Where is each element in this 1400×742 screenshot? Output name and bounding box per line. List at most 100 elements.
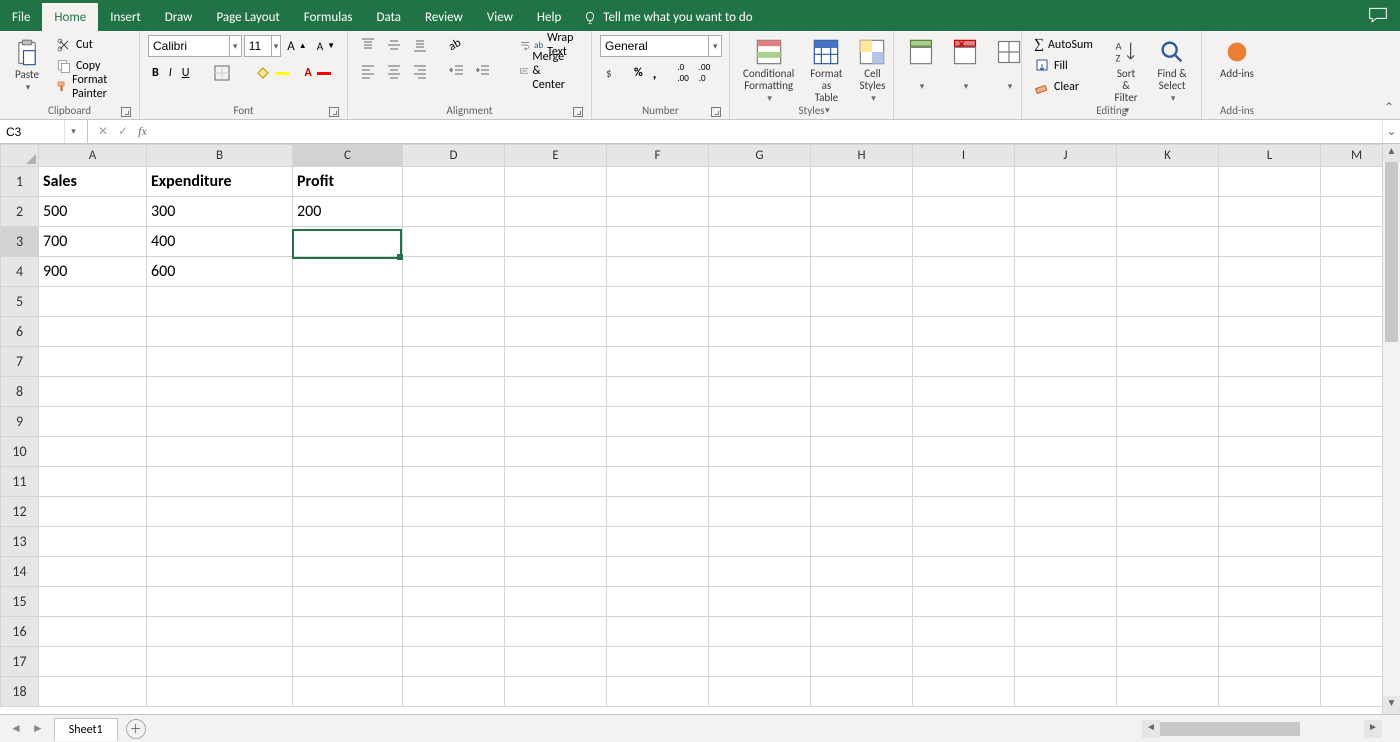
cell-E18[interactable] [505,677,607,707]
cell-C16[interactable] [293,617,403,647]
italic-button[interactable]: I [165,63,176,83]
cell-J4[interactable] [1015,257,1117,287]
name-box[interactable]: ▾ [0,120,88,143]
cell-H13[interactable] [811,527,913,557]
cell-F11[interactable] [607,467,709,497]
cell-K6[interactable] [1117,317,1219,347]
cell-L2[interactable] [1219,197,1321,227]
select-all-corner[interactable] [1,145,39,167]
cell-D14[interactable] [403,557,505,587]
cell-B18[interactable] [147,677,293,707]
row-header-15[interactable]: 15 [1,587,39,617]
cell-B2[interactable]: 300 [147,197,293,227]
cell-F12[interactable] [607,497,709,527]
cell-E6[interactable] [505,317,607,347]
cell-H11[interactable] [811,467,913,497]
cell-E13[interactable] [505,527,607,557]
cell-L17[interactable] [1219,647,1321,677]
cell-F1[interactable] [607,167,709,197]
orientation-button[interactable]: ab [445,35,469,55]
cell-I7[interactable] [913,347,1015,377]
cell-I16[interactable] [913,617,1015,647]
cell-L14[interactable] [1219,557,1321,587]
fill-button[interactable]: Fill [1030,56,1101,76]
cell-F6[interactable] [607,317,709,347]
cell-L10[interactable] [1219,437,1321,467]
cell-E15[interactable] [505,587,607,617]
cell-H2[interactable] [811,197,913,227]
row-header-5[interactable]: 5 [1,287,39,317]
column-header-E[interactable]: E [505,145,607,167]
cell-A8[interactable] [39,377,147,407]
cell-I10[interactable] [913,437,1015,467]
cell-L18[interactable] [1219,677,1321,707]
cell-D16[interactable] [403,617,505,647]
cell-I1[interactable] [913,167,1015,197]
tab-draw[interactable]: Draw [153,3,205,31]
merge-center-button[interactable]: Merge & Center [516,61,583,81]
cell-A12[interactable] [39,497,147,527]
cell-I4[interactable] [913,257,1015,287]
cell-B14[interactable] [147,557,293,587]
tab-formulas[interactable]: Formulas [292,3,365,31]
cell-G9[interactable] [709,407,811,437]
cell-H10[interactable] [811,437,913,467]
cell-L13[interactable] [1219,527,1321,557]
cell-F17[interactable] [607,647,709,677]
cell-C7[interactable] [293,347,403,377]
cell-C4[interactable] [293,257,403,287]
cell-G7[interactable] [709,347,811,377]
cell-D15[interactable] [403,587,505,617]
column-header-H[interactable]: H [811,145,913,167]
increase-indent-button[interactable] [471,61,495,81]
cell-D6[interactable] [403,317,505,347]
font-size-combo[interactable]: ▾ [244,35,282,57]
cell-I14[interactable] [913,557,1015,587]
cell-J3[interactable] [1015,227,1117,257]
cell-J15[interactable] [1015,587,1117,617]
cell-H16[interactable] [811,617,913,647]
cell-J8[interactable] [1015,377,1117,407]
conditional-formatting-button[interactable]: ConditionalFormatting [738,35,799,108]
addins-button[interactable]: Add-ins [1215,35,1259,83]
decrease-indent-button[interactable] [445,61,469,81]
cell-J11[interactable] [1015,467,1117,497]
scroll-left-button[interactable]: ◄ [1142,720,1160,738]
increase-decimal-button[interactable]: .0.00 [673,63,692,83]
fx-button[interactable]: fx [138,124,147,139]
cell-G17[interactable] [709,647,811,677]
cell-E8[interactable] [505,377,607,407]
cell-F18[interactable] [607,677,709,707]
autosum-button[interactable]: ∑ AutoSum [1030,35,1101,55]
bold-button[interactable]: B [148,63,163,83]
column-header-K[interactable]: K [1117,145,1219,167]
cell-L3[interactable] [1219,227,1321,257]
cell-K11[interactable] [1117,467,1219,497]
cell-K17[interactable] [1117,647,1219,677]
cell-D7[interactable] [403,347,505,377]
cell-E5[interactable] [505,287,607,317]
paste-button[interactable]: Paste [8,35,46,97]
clear-button[interactable]: Clear [1030,77,1101,97]
cell-L5[interactable] [1219,287,1321,317]
vertical-scrollbar[interactable]: ▲ ▼ [1382,144,1400,714]
column-header-J[interactable]: J [1015,145,1117,167]
cell-I5[interactable] [913,287,1015,317]
cell-J16[interactable] [1015,617,1117,647]
chevron-down-icon[interactable]: ▾ [271,36,281,56]
chevron-down-icon[interactable]: ▾ [708,36,721,56]
column-header-B[interactable]: B [147,145,293,167]
row-header-8[interactable]: 8 [1,377,39,407]
cell-D13[interactable] [403,527,505,557]
number-format-input[interactable] [601,39,708,53]
cell-C11[interactable] [293,467,403,497]
cell-B6[interactable] [147,317,293,347]
tab-view[interactable]: View [475,3,525,31]
cell-K1[interactable] [1117,167,1219,197]
cell-E7[interactable] [505,347,607,377]
cell-L16[interactable] [1219,617,1321,647]
cell-K15[interactable] [1117,587,1219,617]
scroll-right-button[interactable]: ► [1364,720,1382,738]
cell-I15[interactable] [913,587,1015,617]
cell-K8[interactable] [1117,377,1219,407]
